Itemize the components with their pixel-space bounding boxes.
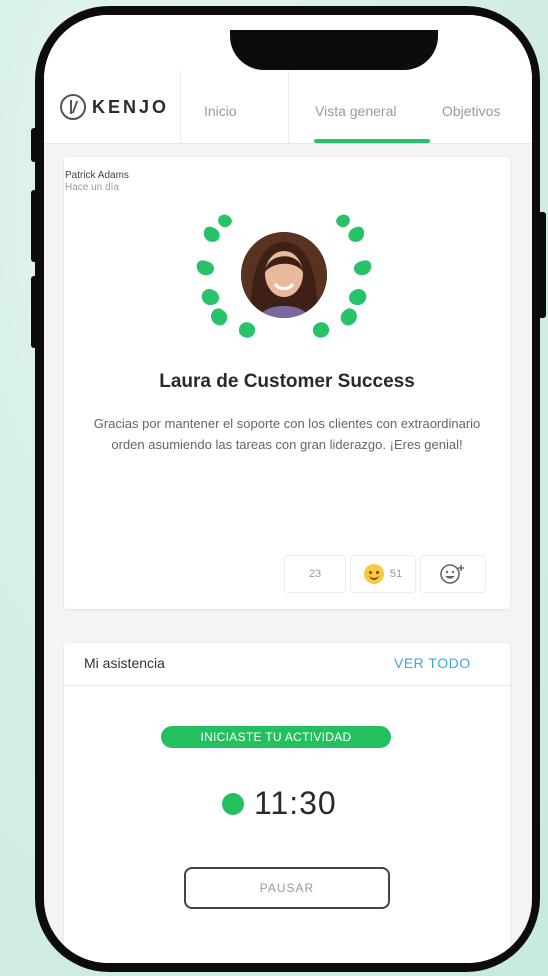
reaction-count-button[interactable]: 23 bbox=[284, 555, 346, 593]
app-screen: KENJO Inicio Vista general Objetivos Pat… bbox=[44, 15, 532, 963]
pause-button[interactable]: PAUSAR bbox=[184, 867, 390, 909]
kenjo-logo[interactable]: KENJO bbox=[60, 94, 169, 120]
activity-status-badge: INICIASTE TU ACTIVIDAD bbox=[161, 726, 391, 748]
logo-text: KENJO bbox=[92, 96, 170, 117]
avatar-photo bbox=[241, 232, 327, 318]
elapsed-time: 11:30 bbox=[254, 785, 337, 821]
reaction-count: 51 bbox=[389, 568, 403, 580]
smile-emoji-icon bbox=[363, 564, 384, 584]
nav-divider bbox=[180, 71, 181, 143]
active-tab-indicator bbox=[314, 139, 430, 143]
post-author[interactable]: Patrick Adams bbox=[65, 170, 129, 181]
see-all-link[interactable]: VER TODO bbox=[394, 655, 471, 671]
phone-notch bbox=[230, 30, 438, 70]
tab-vista-general[interactable]: Vista general bbox=[315, 103, 396, 119]
recognition-title: Laura de Customer Success bbox=[159, 371, 415, 392]
post-time: Hace un día bbox=[65, 182, 119, 193]
nav-divider bbox=[288, 71, 289, 143]
tab-objetivos[interactable]: Objetivos bbox=[442, 103, 500, 119]
reaction-count: 23 bbox=[308, 568, 322, 580]
recognition-message: Gracias por mantener el soporte con los … bbox=[93, 416, 481, 452]
smile-reaction-button[interactable]: 51 bbox=[350, 555, 416, 593]
tab-inicio[interactable]: Inicio bbox=[204, 103, 237, 119]
add-emoji-icon bbox=[440, 564, 464, 584]
add-reaction-button[interactable] bbox=[420, 555, 486, 593]
clock-display: 11:30 bbox=[222, 785, 337, 822]
active-status-dot bbox=[222, 792, 244, 815]
kenjo-logo-icon bbox=[60, 94, 86, 120]
attendance-title: Mi asistencia bbox=[84, 655, 165, 671]
recipient-avatar[interactable] bbox=[241, 232, 327, 318]
